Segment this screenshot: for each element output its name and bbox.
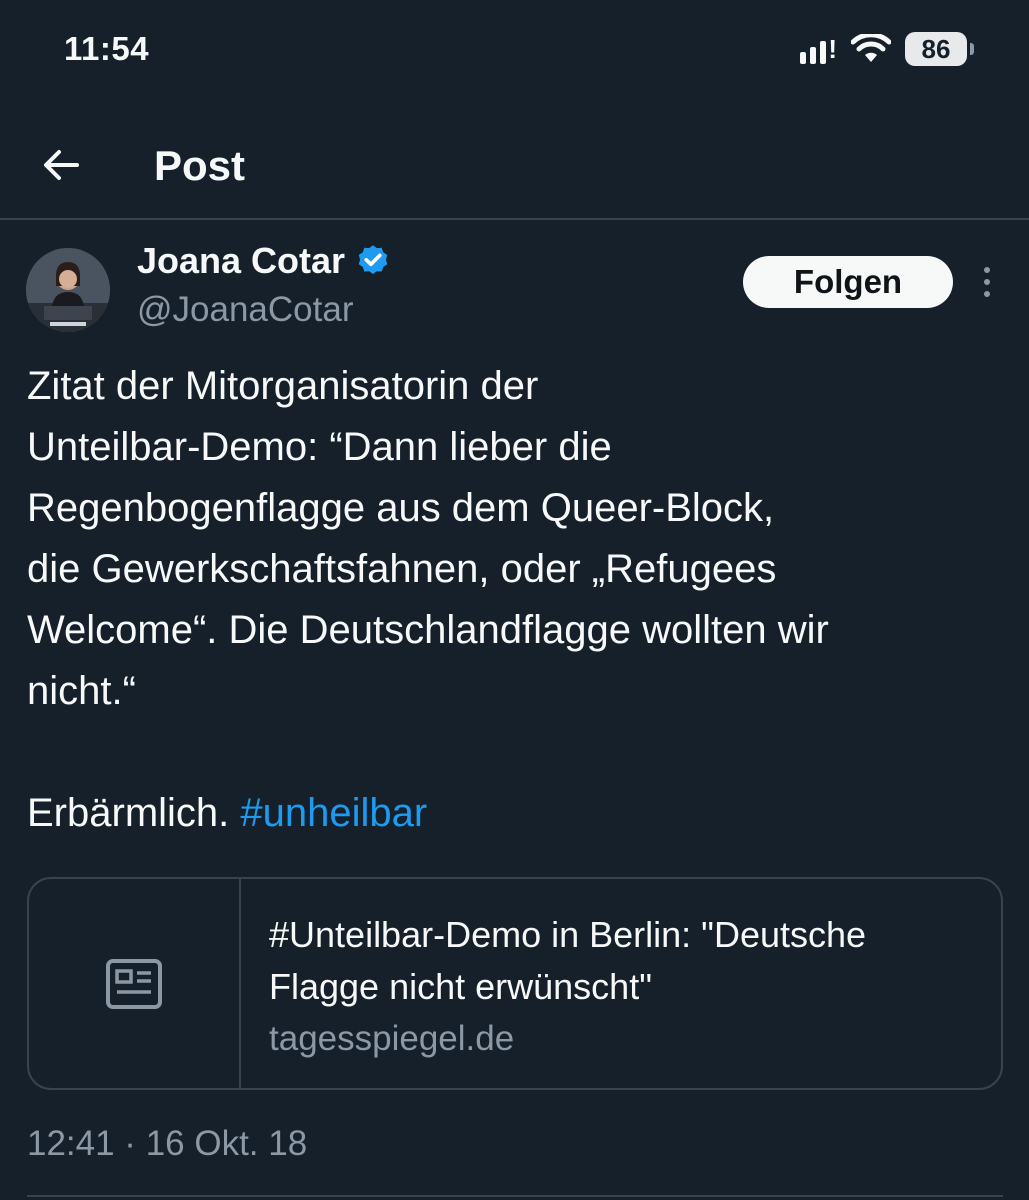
battery-cap [970,43,974,55]
author-name-row: Joana Cotar [137,240,391,282]
divider [27,1195,1003,1197]
verified-badge-icon [358,245,388,275]
battery-level: 86 [921,33,951,64]
article-icon [106,958,162,1009]
post-text-line: Zitat der Mitorganisatorin der [27,364,539,408]
post-text-line: Unteilbar-Demo: “Dann lieber die [27,425,612,469]
post-text: Zitat der Mitorganisatorin der Unteilbar… [27,356,1007,844]
more-options-icon[interactable] [970,262,1004,302]
status-bar: 11:54 ! 86 [0,0,1029,100]
post-timestamp[interactable]: 12:41 · 16 Okt. 18 [27,1124,307,1164]
back-button[interactable] [36,140,86,190]
link-card-domain: tagesspiegel.de [269,1019,515,1058]
arrow-left-icon [44,150,79,180]
post-text-line: Welcome“. Die Deutschlandflagge wollten … [27,608,829,652]
author-handle[interactable]: @JoanaCotar [137,290,353,330]
battery-icon: 86 [905,32,974,66]
avatar[interactable] [26,248,110,332]
link-card-title: #Unteilbar-Demo in Berlin: "Deutsche Fla… [269,909,989,1013]
post-text-line: Regenbogenflagge aus dem Queer-Block, [27,486,775,530]
post-closing-line: Erbärmlich. #unheilbar [27,783,1007,844]
hashtag-link[interactable]: #unheilbar [240,791,427,835]
status-icons: ! 86 [800,32,974,66]
author-name[interactable]: Joana Cotar [137,240,345,282]
wifi-icon [851,34,891,62]
post-closing-text: Erbärmlich. [27,791,230,835]
status-time: 11:54 [64,30,150,67]
page-title: Post [154,142,246,189]
post-text-line: nicht.“ [27,669,136,713]
link-preview-card[interactable]: #Unteilbar-Demo in Berlin: "Deutsche Fla… [27,877,1003,1090]
avatar-image [26,248,110,332]
page-header: Post [0,110,1029,220]
link-card-title-line: #Unteilbar-Demo in Berlin: "Deutsche [269,914,867,955]
post-text-line: die Gewerkschaftsfahnen, oder „Refugees [27,547,777,591]
screen: 11:54 ! 86 Post Joana Cotar @JoanaCotar … [0,0,1029,1200]
link-card-thumbnail [29,879,241,1088]
link-card-title-line: Flagge nicht erwünscht" [269,966,652,1007]
follow-button[interactable]: Folgen [743,256,953,308]
signal-icon: ! [800,34,837,64]
post-text-spacer [27,722,1007,783]
